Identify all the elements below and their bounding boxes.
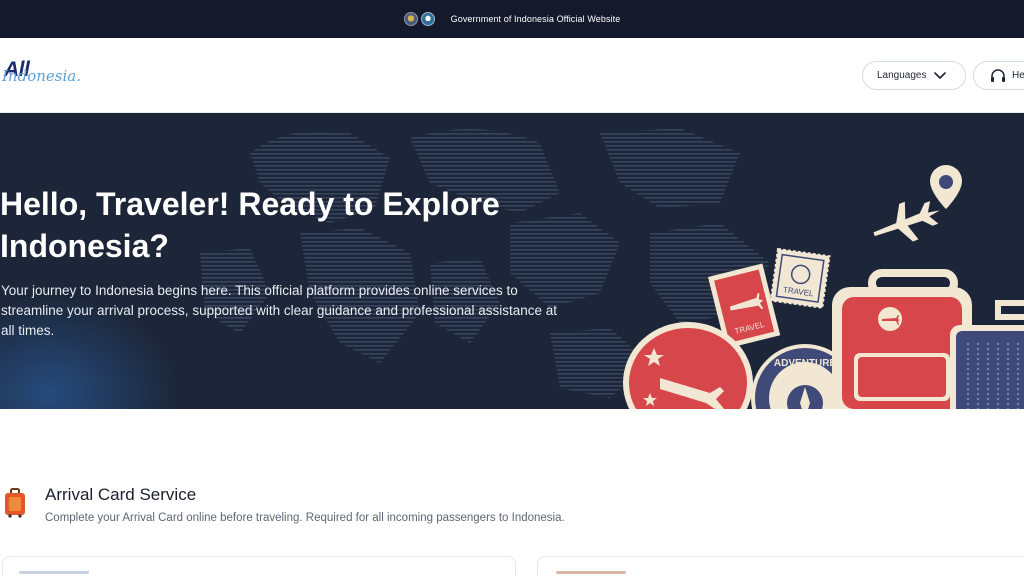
gov-bar-text: Government of Indonesia Official Website [450, 14, 621, 24]
hero-description: Your journey to Indonesia begins here. T… [1, 283, 558, 338]
gov-emblems [403, 12, 435, 26]
site-header: All Indonesia. Languages He [0, 38, 1024, 113]
arrival-card-title: Arrival Card Service [45, 485, 197, 504]
help-button[interactable]: He [973, 61, 1024, 90]
ministry-emblem-icon [420, 12, 435, 26]
suitcase-icon [5, 488, 25, 518]
card-image-strip [556, 571, 626, 574]
government-bar: Government of Indonesia Official Website [0, 0, 1024, 38]
national-emblem-icon [403, 12, 418, 26]
arrival-card-subtitle: Complete your Arrival Card online before… [45, 512, 565, 524]
card-image-strip [19, 571, 89, 574]
hero-banner: Hello, Traveler! Ready to Explore Indone… [0, 113, 1024, 409]
service-card[interactable] [537, 556, 1024, 576]
all-indonesia-logo[interactable]: All Indonesia. [2, 58, 84, 94]
languages-button[interactable]: Languages [862, 61, 966, 90]
location-pin-icon [930, 165, 962, 209]
oval-stamp-red [623, 322, 753, 409]
help-label: He [1012, 70, 1024, 81]
airplane-icon [873, 201, 940, 242]
chevron-down-icon [933, 71, 946, 79]
headset-icon [991, 68, 1005, 82]
stamp-adventure-text: ADVENTURE [774, 358, 837, 369]
service-card[interactable] [2, 556, 516, 576]
travel-illustration: TRAVEL TRAVEL ADVENTURE [623, 165, 1024, 409]
languages-label: Languages [877, 70, 927, 81]
logo-secondary-text: Indonesia. [2, 67, 81, 85]
travel-stamp-small: TRAVEL [769, 247, 831, 309]
hero-title: Hello, Traveler! Ready to Explore Indone… [0, 186, 500, 264]
